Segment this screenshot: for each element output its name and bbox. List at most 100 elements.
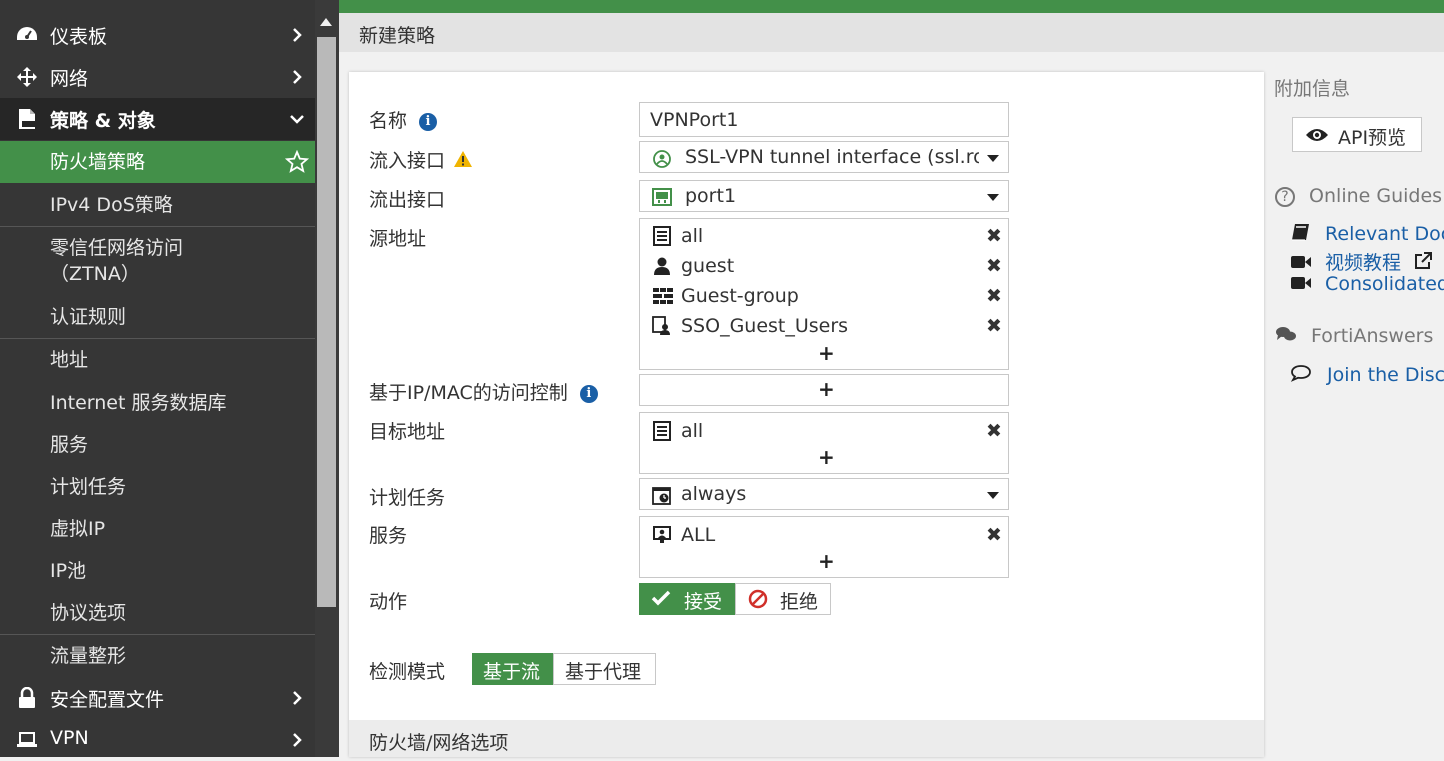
- accept-button[interactable]: 接受: [639, 583, 735, 615]
- source-item-label: all: [681, 225, 704, 247]
- remove-icon[interactable]: ✖: [986, 285, 1002, 307]
- sidebar-item-services[interactable]: 服务: [0, 424, 315, 466]
- sidebar-item-address[interactable]: 地址: [0, 339, 315, 381]
- remove-icon[interactable]: ✖: [986, 524, 1002, 546]
- laptop-icon: [14, 729, 40, 751]
- add-ipmac-button[interactable]: +: [818, 377, 835, 401]
- proxy-based-button[interactable]: 基于代理: [553, 653, 656, 685]
- sidebar-item-auth-rules[interactable]: 认证规则: [0, 296, 315, 338]
- video-camera-icon: [1290, 253, 1312, 275]
- source-item-label: guest: [681, 255, 735, 277]
- add-destination-button[interactable]: +: [818, 445, 835, 469]
- sidebar-item-label: 计划任务: [50, 476, 127, 498]
- video-tutorial-link-row[interactable]: 视频教程: [1290, 248, 1433, 276]
- nav-dashboard[interactable]: 仪表板: [0, 14, 315, 56]
- relevant-docs-link-row[interactable]: Relevant Docu: [1290, 223, 1444, 246]
- proxy-based-label: 基于代理: [565, 661, 642, 683]
- add-source-button[interactable]: +: [818, 341, 835, 365]
- sidebar-item-label: 零信任网络访问 （ZTNA）: [50, 237, 184, 285]
- nav-security-profiles[interactable]: 安全配置文件: [0, 677, 315, 719]
- chevron-down-icon: [286, 108, 308, 130]
- nav-vpn[interactable]: VPN: [0, 719, 315, 761]
- info-icon[interactable]: i: [419, 112, 438, 131]
- fortianswers-row: FortiAnswers: [1275, 325, 1433, 348]
- remove-icon[interactable]: ✖: [986, 225, 1002, 247]
- sidebar-item-firewall-policy[interactable]: 防火墙策略: [0, 141, 315, 183]
- policy-document-icon: [14, 108, 40, 130]
- name-input[interactable]: [639, 102, 1009, 137]
- action-label: 动作: [369, 591, 408, 613]
- nav-policy-objects-label: 策略 & 对象: [50, 110, 156, 132]
- flow-based-label: 基于流: [483, 661, 541, 683]
- ipmac-label-row: 基于IP/MAC的访问控制 i: [369, 378, 598, 405]
- remove-icon[interactable]: ✖: [986, 420, 1002, 442]
- video-camera-icon: [1290, 274, 1312, 296]
- sidebar-item-schedules[interactable]: 计划任务: [0, 466, 315, 508]
- incoming-interface-label: 流入接口: [369, 150, 446, 172]
- destination-address-list[interactable]: all ✖ +: [639, 412, 1009, 474]
- sidebar-item-isdb[interactable]: Internet 服务数据库: [0, 382, 315, 424]
- deny-button[interactable]: 拒绝: [735, 583, 831, 615]
- service-icon: [652, 525, 672, 545]
- sidebar-item-label: IP池: [50, 560, 87, 582]
- star-icon[interactable]: [284, 149, 310, 174]
- online-guides-row: ? Online Guides: [1275, 185, 1442, 207]
- video-tutorial-link[interactable]: 视频教程: [1325, 252, 1401, 274]
- nav-policy-objects[interactable]: 策略 & 对象: [0, 98, 315, 140]
- dropdown-caret-icon: [987, 492, 999, 499]
- sidebar-item-traffic-shaping[interactable]: 流量整形: [0, 635, 315, 677]
- dropdown-caret-icon: [987, 194, 999, 201]
- api-preview-label: API预览: [1338, 127, 1407, 149]
- service-list[interactable]: ALL ✖ +: [639, 516, 1009, 578]
- move-arrows-icon: [14, 66, 40, 88]
- list-item: all ✖: [640, 220, 1008, 250]
- schedule-value: always: [681, 483, 747, 505]
- schedule-label: 计划任务: [369, 487, 446, 509]
- nav-network[interactable]: 网络: [0, 56, 315, 98]
- list-item: SSO_Guest_Users ✖: [640, 310, 1008, 340]
- top-accent-bar: [339, 0, 1444, 13]
- ipmac-label: 基于IP/MAC的访问控制: [369, 382, 568, 404]
- warning-icon[interactable]: [453, 150, 473, 173]
- sidebar-item-label: 流量整形: [50, 645, 127, 667]
- consolidated-link[interactable]: Consolidated: [1325, 273, 1444, 295]
- consolidated-link-row[interactable]: Consolidated: [1290, 273, 1444, 296]
- deny-label: 拒绝: [780, 591, 819, 613]
- page-title: 新建策略: [359, 25, 436, 47]
- online-guides-label: Online Guides: [1309, 185, 1443, 207]
- join-discussion-link-row[interactable]: Join the Discu: [1290, 364, 1444, 387]
- incoming-label-row: 流入接口: [369, 146, 473, 173]
- add-service-button[interactable]: +: [818, 549, 835, 573]
- name-label-row: 名称 i: [369, 106, 438, 133]
- schedule-select[interactable]: always: [639, 478, 1009, 510]
- relevant-docs-link[interactable]: Relevant Docu: [1325, 223, 1444, 245]
- ssl-vpn-tunnel-icon: [652, 149, 672, 168]
- list-item: all ✖: [640, 415, 1008, 445]
- user-group-icon: [652, 286, 673, 306]
- flow-based-button[interactable]: 基于流: [472, 653, 553, 685]
- remove-icon[interactable]: ✖: [986, 255, 1002, 277]
- list-item: guest ✖: [640, 250, 1008, 280]
- scroll-up-arrow-icon[interactable]: [320, 18, 332, 26]
- incoming-interface-select[interactable]: SSL-VPN tunnel interface (ssl.root): [639, 141, 1009, 173]
- sidebar-item-ztna[interactable]: 零信任网络访问 （ZTNA）: [0, 227, 315, 295]
- name-label: 名称: [369, 110, 408, 132]
- remove-icon[interactable]: ✖: [986, 315, 1002, 337]
- api-preview-button[interactable]: API预览: [1292, 117, 1422, 152]
- sidebar-item-protocol-options[interactable]: 协议选项: [0, 592, 315, 634]
- nav-dashboard-label: 仪表板: [50, 26, 108, 48]
- outgoing-interface-select[interactable]: port1: [639, 180, 1009, 212]
- service-label: 服务: [369, 525, 408, 547]
- sidebar-item-ip-pools[interactable]: IP池: [0, 550, 315, 592]
- sidebar-item-virtual-ip[interactable]: 虚拟IP: [0, 508, 315, 550]
- sidebar-item-ipv4-dos[interactable]: IPv4 DoS策略: [0, 184, 315, 226]
- list-item: Guest-group ✖: [640, 280, 1008, 310]
- join-discussion-link[interactable]: Join the Discu: [1327, 364, 1444, 386]
- scrollbar-thumb[interactable]: [317, 37, 336, 607]
- source-address-list[interactable]: all ✖ guest ✖ Guest-group ✖ SSO_Guest_Us…: [639, 218, 1009, 370]
- ipmac-list[interactable]: +: [639, 374, 1009, 406]
- info-icon[interactable]: i: [579, 384, 598, 403]
- section-header[interactable]: 防火墙/网络选项: [349, 720, 1264, 757]
- sidebar-item-label: IPv4 DoS策略: [50, 194, 173, 216]
- chevron-right-icon: [286, 66, 308, 88]
